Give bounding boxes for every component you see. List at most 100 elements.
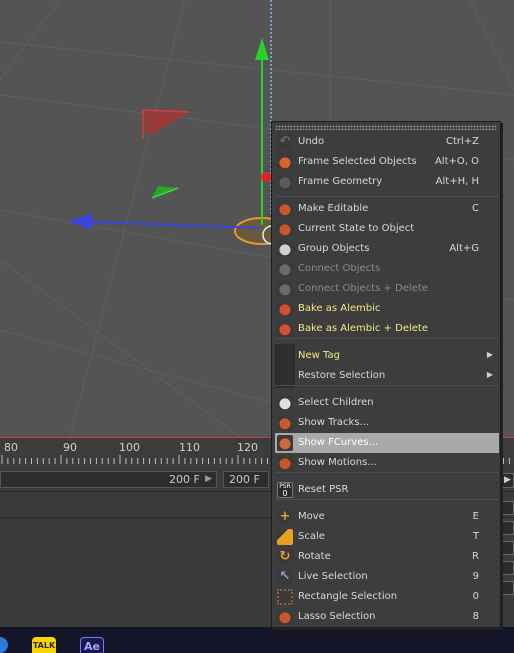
menu-item-shortcut: T — [472, 531, 479, 542]
menu-item-live-selection[interactable]: ↖ Live Selection 9 — [275, 567, 499, 587]
menu-item-bake-as-alembic-delete[interactable]: Bake as Alembic + Delete — [275, 319, 499, 339]
menu-item-current-state-to-object[interactable]: Current State to Object — [275, 219, 499, 239]
show-fcurves-icon — [277, 435, 293, 451]
menu-item-select-children[interactable]: Select Children — [275, 393, 499, 413]
move-icon: + — [277, 509, 293, 525]
menu-item-shortcut: E — [472, 511, 479, 522]
reset-psr-icon: PSR 0 — [277, 482, 293, 498]
menu-item-label: Rectangle Selection — [298, 591, 398, 602]
menu-item-connect-objects[interactable]: Connect Objects — [275, 259, 499, 279]
menu-item-shortcut: 8 — [472, 611, 479, 622]
timeline-label: 80 — [4, 441, 18, 454]
panel-side-button[interactable] — [502, 521, 514, 535]
menu-item-group-objects[interactable]: Group Objects Alt+G — [275, 239, 499, 259]
menu-item-shortcut: 9 — [472, 571, 479, 582]
menu-item-label: Frame Geometry — [298, 176, 383, 187]
menu-item-label: Restore Selection — [298, 370, 386, 381]
frame-selected-icon — [277, 154, 293, 170]
panel-side-button[interactable] — [502, 541, 514, 555]
menu-item-shortcut: Alt+G — [449, 243, 479, 254]
menu-item-shortcut: Alt+H, H — [435, 176, 479, 187]
menu-item-label: Lasso Selection — [298, 611, 376, 622]
menu-item-label: Reset PSR — [298, 484, 349, 495]
menu-item-make-editable[interactable]: Make Editable C — [275, 199, 499, 219]
menu-item-label: Select Children — [298, 397, 374, 408]
menu-item-show-tracks[interactable]: Show Tracks... — [275, 413, 499, 433]
menu-separator — [275, 338, 499, 339]
menu-separator — [275, 385, 499, 386]
play-arrow-icon: ▶ — [205, 474, 212, 484]
menu-item-label: Show FCurves... — [298, 437, 379, 448]
menu-separator — [275, 472, 499, 473]
menu-item-label: Connect Objects — [298, 263, 381, 274]
end-frame-field[interactable]: 200 F — [223, 471, 269, 488]
menu-grip[interactable] — [275, 125, 497, 130]
menu-item-label: Make Editable — [298, 203, 369, 214]
panel-grip-button[interactable] — [502, 501, 514, 515]
menu-item-label: Bake as Alembic — [298, 303, 381, 314]
timeline-label: 120 — [237, 441, 258, 454]
xy-plane-handle[interactable] — [143, 110, 190, 135]
timeline-label: 90 — [63, 441, 77, 454]
menu-item-undo[interactable]: ↶ Undo Ctrl+Z — [275, 132, 499, 152]
menu-item-connect-objects-delete[interactable]: Connect Objects + Delete — [275, 279, 499, 299]
app-circle-icon[interactable] — [0, 637, 8, 653]
menu-separator — [275, 196, 499, 197]
menu-item-restore-selection[interactable]: Restore Selection ▶ — [275, 366, 499, 386]
cinema4d-window: 80 90 100 110 120 200 F ▶ 200 F ▶ TALK A… — [0, 0, 514, 653]
menu-item-label: Current State to Object — [298, 223, 415, 234]
menu-item-reset-psr[interactable]: PSR 0 Reset PSR — [275, 480, 499, 500]
menu-item-label: Move — [298, 511, 325, 522]
show-tracks-icon — [277, 415, 293, 431]
scale-icon — [277, 529, 293, 545]
alembic-icon — [277, 301, 293, 317]
rotate-icon: ↻ — [277, 549, 293, 565]
menu-item-shortcut: Alt+O, O — [434, 156, 479, 167]
menu-item-frame-selected-objects[interactable]: Frame Selected Objects Alt+O, O — [275, 152, 499, 172]
select-children-icon — [277, 395, 293, 411]
play-forward-button[interactable]: ▶ — [501, 473, 514, 488]
live-selection-icon: ↖ — [277, 569, 293, 585]
rectangle-selection-icon — [277, 589, 293, 605]
menu-item-shortcut: Ctrl+Z — [445, 136, 479, 147]
menu-item-label: Show Tracks... — [298, 417, 370, 428]
menu-item-label: Live Selection — [298, 571, 368, 582]
menu-item-lasso-selection[interactable]: Lasso Selection 8 — [275, 607, 499, 627]
z-axis-arrow-icon[interactable] — [68, 214, 92, 230]
menu-item-label: Undo — [298, 136, 325, 147]
psr-icon-sub: 0 — [282, 489, 288, 498]
menu-item-rotate[interactable]: ↻ Rotate R — [275, 547, 499, 567]
end-frame-a-value: 200 F — [169, 473, 200, 486]
kakaotalk-icon[interactable]: TALK — [32, 637, 56, 653]
menu-item-scale[interactable]: Scale T — [275, 527, 499, 547]
timeline-label: 110 — [179, 441, 200, 454]
menu-item-shortcut: R — [472, 551, 479, 562]
menu-separator — [275, 499, 499, 500]
menu-item-bake-as-alembic[interactable]: Bake as Alembic — [275, 299, 499, 319]
panel-side-button[interactable] — [502, 581, 514, 595]
alembic-delete-icon — [277, 321, 293, 337]
menu-item-label: Scale — [298, 531, 325, 542]
play-icon: ▶ — [504, 475, 511, 485]
z-axis-handle[interactable] — [89, 221, 263, 229]
menu-item-frame-geometry[interactable]: Frame Geometry Alt+H, H — [275, 172, 499, 192]
menu-item-move[interactable]: + Move E — [275, 507, 499, 527]
menu-item-rectangle-selection[interactable]: Rectangle Selection 0 — [275, 587, 499, 607]
menu-item-label: Rotate — [298, 551, 331, 562]
lasso-selection-icon — [277, 609, 293, 625]
menu-item-label: New Tag — [298, 350, 340, 361]
after-effects-icon[interactable]: Ae — [80, 637, 104, 653]
panel-side-button[interactable] — [502, 561, 514, 575]
group-objects-icon — [277, 241, 293, 257]
kakaotalk-label: TALK — [32, 641, 56, 650]
x-axis-arrow-icon[interactable] — [261, 172, 271, 182]
frame-geometry-icon — [277, 174, 293, 190]
menu-item-new-tag[interactable]: New Tag ▶ — [275, 346, 499, 366]
make-editable-icon — [277, 201, 293, 217]
menu-item-shortcut: C — [472, 203, 479, 214]
frame-range-slider[interactable]: 200 F ▶ — [0, 471, 217, 488]
y-axis-arrow-icon[interactable] — [255, 38, 269, 60]
menu-item-show-motions[interactable]: Show Motions... — [275, 453, 499, 473]
context-menu: ↶ Undo Ctrl+Z Frame Selected Objects Alt+O, … — [271, 121, 501, 628]
menu-item-show-fcurves[interactable]: Show FCurves... — [275, 433, 499, 453]
